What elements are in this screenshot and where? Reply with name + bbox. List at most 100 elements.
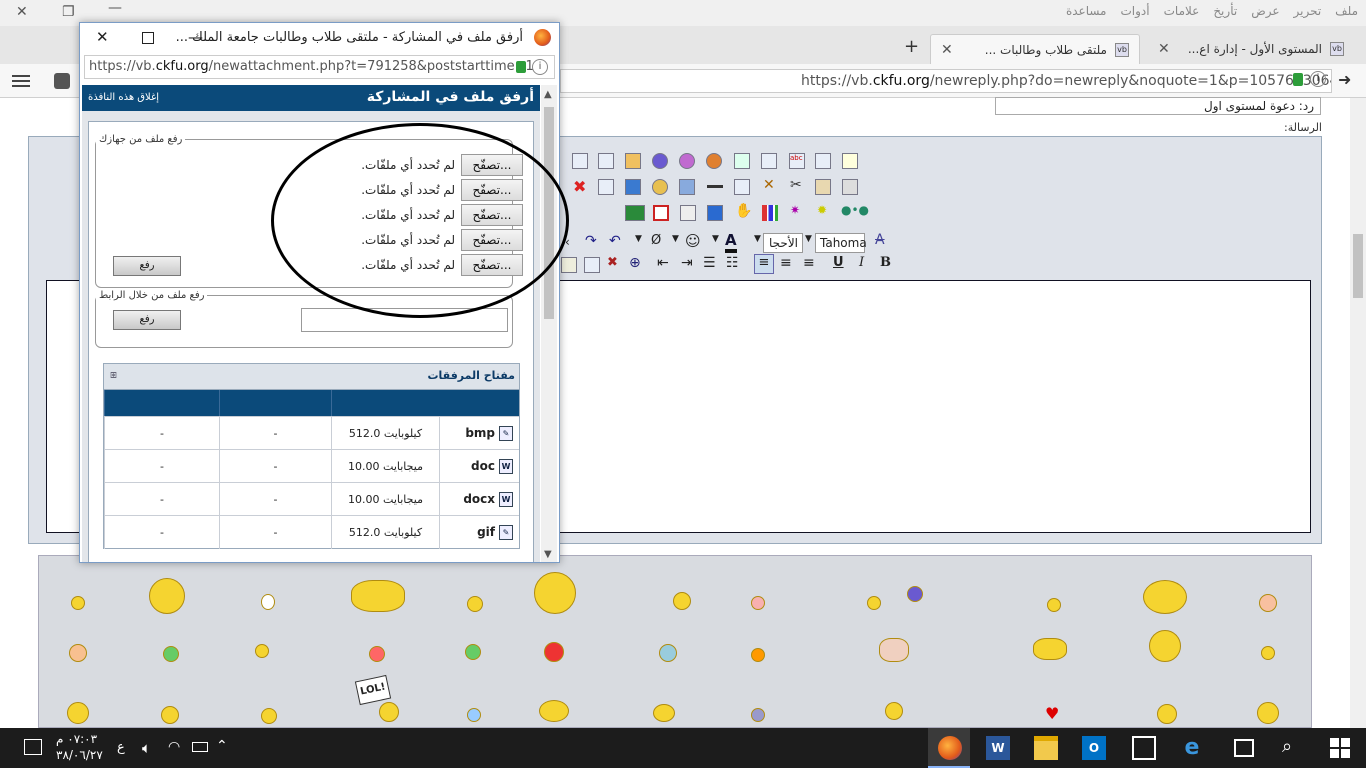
smiley-icon[interactable] [659,644,677,662]
menu-file[interactable]: ملف [1335,4,1358,18]
smiley-icon[interactable] [673,592,691,610]
bullet-list-icon[interactable]: ☰ [703,255,716,271]
smiley-icon[interactable] [1143,580,1187,614]
smiley-icon[interactable] [149,578,185,614]
word-icon[interactable]: W [986,736,1010,760]
toolbar-icon[interactable] [572,153,588,169]
flash-icon[interactable] [652,153,668,169]
tab-forum[interactable]: vb ملتقى طلاب وطالبات ... ✕ [930,34,1140,64]
smiley-icon[interactable] [71,596,85,610]
menu-tools[interactable]: أدوات [1121,4,1150,18]
font-family-select[interactable]: Tahoma [815,233,867,253]
image-insert-icon[interactable] [561,257,577,273]
smiley-icon[interactable] [467,596,483,612]
close-window-link[interactable]: إغلاق هذه النافذة [88,92,159,103]
smiley-icon[interactable] [67,702,89,724]
smiley-icon[interactable] [867,596,881,610]
smiley-icon[interactable] [1033,638,1067,660]
lock-icon[interactable] [516,61,526,73]
smiley-icon[interactable] [163,646,179,662]
toolbar-icon[interactable] [584,257,600,273]
info-icon[interactable]: i [532,59,548,75]
indent-icon[interactable]: ⇥ [681,255,693,271]
smiley-icon[interactable] [255,644,269,658]
browse-button[interactable]: تصفّح... [461,254,523,276]
smiley-icon[interactable] [261,594,275,610]
toolbar-icon[interactable] [707,205,723,221]
spellcheck-icon[interactable]: abc [789,153,805,169]
table-icon[interactable] [734,153,750,169]
wifi-icon[interactable]: ◠ [168,739,180,755]
align-center-icon[interactable]: ≡ [780,255,792,271]
font-color-icon[interactable]: A [725,231,737,253]
menu-edit[interactable]: تحرير [1294,4,1322,18]
smiley-icon[interactable] [751,708,765,722]
forward-arrow-icon[interactable]: ➜ [1338,70,1351,89]
smiley-icon[interactable] [1149,630,1181,662]
chevron-down-icon[interactable]: ▼ [805,234,812,244]
smiley-icon[interactable] [751,596,765,610]
menu-view[interactable]: عرض [1251,4,1279,18]
close-tab-icon[interactable]: ✕ [941,42,953,58]
task-view-icon[interactable] [1234,739,1254,757]
chart-icon[interactable] [762,205,778,221]
font-size-select[interactable]: الأحجا [763,233,803,253]
underline-icon[interactable]: U [833,255,844,270]
sparkle-icon[interactable]: ✷ [790,203,800,217]
smiley-icon[interactable] [467,708,481,722]
lol-sign-icon[interactable]: LOL! [354,674,392,706]
globe-icon[interactable]: ⊕ [629,255,641,271]
outlook-icon[interactable]: O [1082,736,1106,760]
smiley-icon[interactable] [351,580,405,612]
browse-button[interactable]: تصفّح... [461,204,523,226]
scroll-thumb[interactable] [544,107,554,319]
undo-icon[interactable]: ↶ [609,233,621,249]
smiley-icon[interactable] [534,572,576,614]
smiley-icon[interactable] [1259,594,1277,612]
edge-icon[interactable]: e [1180,736,1204,760]
smiley-icon[interactable] [379,702,399,722]
scroll-thumb[interactable] [1353,234,1363,298]
scroll-down-icon[interactable]: ▼ [544,549,552,560]
chevron-down-icon[interactable]: ▼ [754,234,761,244]
remove-icon[interactable]: ✖ [573,177,586,196]
info-icon[interactable]: i [1310,71,1326,87]
paste-icon[interactable] [815,179,831,195]
close-icon[interactable]: ✕ [16,4,28,20]
volume-icon[interactable]: 🔈︎ [142,739,151,757]
toolbar-icon[interactable] [625,179,641,195]
chevron-down-icon[interactable]: ▼ [712,234,719,244]
minimize-icon[interactable]: — [188,28,203,46]
pocket-icon[interactable] [54,73,70,89]
toolbar-icon[interactable] [625,205,645,221]
smiley-icon[interactable] [879,638,909,662]
cut-icon[interactable]: ✕ [763,177,775,193]
outdent-icon[interactable]: ⇤ [657,255,669,271]
heart-icon[interactable]: ♥ [1045,704,1059,723]
bold-icon[interactable]: B [880,255,891,270]
keyboard-icon[interactable] [842,179,858,195]
url-input[interactable] [301,308,508,332]
smiley-icon[interactable] [465,644,481,660]
toolbar-icon[interactable] [598,153,614,169]
toolbar-icon[interactable]: ✖ [607,255,618,270]
popup-address-bar[interactable]: https://vb.ckfu.org/newattachment.php?t=… [84,55,555,79]
smiley-icon[interactable] [1261,646,1275,660]
sparkle-icon[interactable]: ✹ [817,203,827,217]
remove-format-icon[interactable]: A [875,232,885,248]
smiley-icon[interactable] [1257,702,1279,724]
edit-icon[interactable] [842,153,858,169]
subject-input[interactable]: رد: دعوة لمستوى اول [995,97,1321,115]
chevron-down-icon[interactable]: ▼ [635,234,642,244]
toolbar-icon[interactable]: ●•● [841,203,869,217]
toolbar-icon[interactable] [761,153,777,169]
chevron-up-icon[interactable]: ⌃ [216,738,228,754]
address-bar[interactable]: https://vb.ckfu.org/newreply.php?do=newr… [560,69,1332,93]
browse-button[interactable]: تصفّح... [461,179,523,201]
restore-icon[interactable]: ❐ [62,4,75,20]
collapse-icon[interactable]: ⧆ [110,368,117,382]
toolbar-icon[interactable] [680,205,696,221]
scroll-up-icon[interactable]: ▲ [544,89,552,100]
search-icon[interactable]: ⌕ [1282,736,1292,757]
image-icon[interactable] [625,153,641,169]
